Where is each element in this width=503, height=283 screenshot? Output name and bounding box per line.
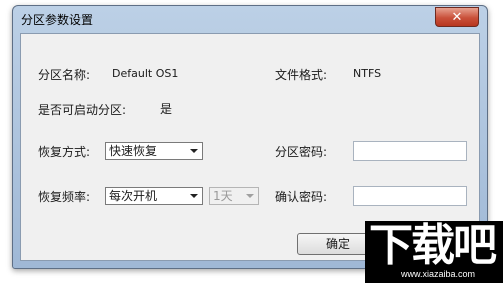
bootable-label: 是否可启动分区: (38, 103, 127, 117)
partition-name-label: 分区名称: (38, 68, 91, 82)
confirm-password-field[interactable] (353, 186, 467, 206)
file-format-value: NTFS (353, 67, 382, 80)
watermark-url: www.xiazaiba.com (401, 269, 476, 279)
title-bar[interactable]: 分区参数设置 ✕ (13, 6, 487, 32)
watermark-logo: 下载吧 www.xiazaiba.com (365, 221, 503, 283)
chevron-down-icon (190, 149, 198, 153)
partition-name-value: Default OS1 (112, 67, 179, 80)
interval-selected: 1天 (213, 189, 233, 203)
interval-select[interactable]: 1天 (209, 187, 259, 205)
partition-password-label: 分区密码: (275, 145, 328, 159)
confirm-password-label: 确认密码: (275, 190, 328, 204)
chevron-down-icon (190, 194, 198, 198)
partition-password-field[interactable] (353, 141, 467, 161)
chevron-down-icon (246, 194, 254, 198)
watermark-text: 下载吧 (369, 220, 497, 271)
window-title: 分区参数设置 (21, 13, 94, 27)
bootable-value: 是 (160, 102, 173, 116)
close-button[interactable]: ✕ (435, 7, 479, 27)
restore-mode-select[interactable]: 快速恢复 (105, 142, 203, 160)
restore-frequency-select[interactable]: 每次开机 (105, 187, 203, 205)
restore-frequency-selected: 每次开机 (109, 189, 158, 203)
restore-mode-label: 恢复方式: (38, 145, 91, 159)
restore-mode-selected: 快速恢复 (109, 144, 158, 158)
restore-frequency-label: 恢复频率: (38, 190, 91, 204)
file-format-label: 文件格式: (275, 68, 328, 82)
close-icon: ✕ (451, 9, 463, 25)
